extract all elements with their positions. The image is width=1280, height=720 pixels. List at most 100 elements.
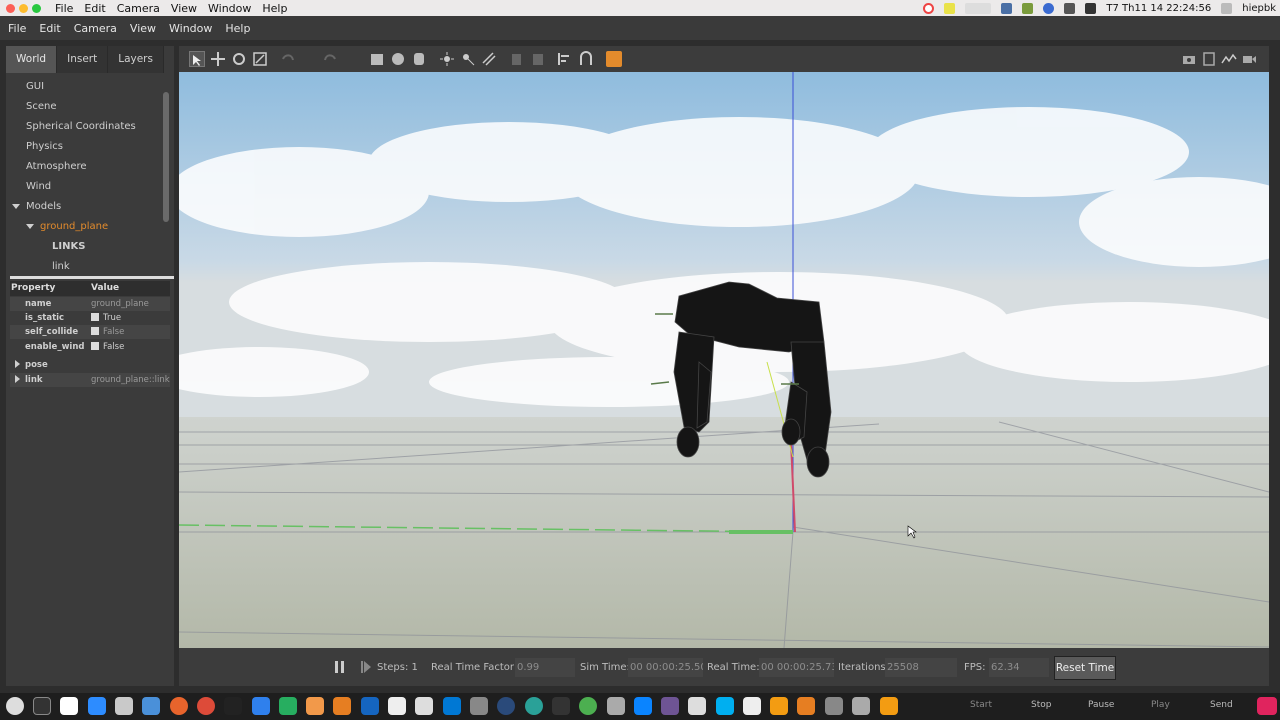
- finder-icon[interactable]: [6, 697, 24, 715]
- files-icon[interactable]: [252, 697, 270, 715]
- pause-icon[interactable]: [334, 660, 346, 677]
- zoom-window-icon[interactable]: [32, 3, 41, 13]
- point-light-icon[interactable]: [439, 51, 455, 67]
- pause-button[interactable]: Pause: [1088, 700, 1114, 710]
- screenshot-icon[interactable]: [1181, 51, 1197, 67]
- copy-icon[interactable]: [509, 51, 525, 67]
- reset-time-button[interactable]: Reset Time: [1054, 656, 1116, 680]
- checkbox-icon[interactable]: [91, 342, 99, 350]
- tree-scrollbar[interactable]: [163, 92, 169, 222]
- prop-row-pose[interactable]: pose: [10, 358, 170, 372]
- mac-menu-file[interactable]: File: [55, 2, 73, 15]
- menu-file[interactable]: File: [8, 22, 26, 35]
- app-icon[interactable]: [743, 697, 761, 715]
- spot-light-icon[interactable]: [460, 51, 476, 67]
- tree-item-models[interactable]: Models: [12, 201, 61, 212]
- tree-item-atmosphere[interactable]: Atmosphere: [26, 161, 87, 172]
- tree-item-links[interactable]: LINKS: [52, 241, 85, 252]
- menu-window[interactable]: Window: [169, 22, 212, 35]
- app-icon[interactable]: [688, 697, 706, 715]
- shell-icon[interactable]: [224, 697, 242, 715]
- record-stop-icon[interactable]: [1257, 697, 1277, 715]
- 3d-scene[interactable]: [179, 72, 1269, 648]
- user-icon[interactable]: [1221, 2, 1233, 14]
- mail-icon[interactable]: [142, 697, 160, 715]
- close-window-icon[interactable]: [6, 3, 15, 13]
- books-icon[interactable]: [115, 697, 133, 715]
- panel-splitter[interactable]: [10, 276, 174, 279]
- app-icon[interactable]: [770, 697, 788, 715]
- clock[interactable]: T7 Th11 14 22:24:56: [1106, 3, 1211, 14]
- video-icon[interactable]: [1241, 51, 1257, 67]
- display-icon[interactable]: [1001, 2, 1013, 14]
- checkbox-icon[interactable]: [91, 327, 99, 335]
- step-icon[interactable]: [360, 660, 372, 677]
- notes-icon[interactable]: [944, 2, 956, 14]
- screen-recorder-icon[interactable]: [60, 697, 78, 715]
- tree-item-ground-plane[interactable]: ground_plane: [26, 221, 108, 232]
- expand-arrow-icon[interactable]: [26, 223, 34, 229]
- chrome-icon[interactable]: [197, 697, 215, 715]
- tree-item-scene[interactable]: Scene: [26, 101, 57, 112]
- volume-icon[interactable]: [1085, 2, 1097, 14]
- change-view-icon[interactable]: [606, 51, 622, 67]
- app-icon[interactable]: [607, 697, 625, 715]
- mac-menu-edit[interactable]: Edit: [84, 2, 105, 15]
- align-icon[interactable]: [557, 51, 573, 67]
- minimize-window-icon[interactable]: [19, 3, 28, 13]
- menu-view[interactable]: View: [130, 22, 156, 35]
- github-icon[interactable]: [661, 697, 679, 715]
- gazebo-icon[interactable]: [880, 697, 898, 715]
- tab-insert[interactable]: Insert: [57, 46, 109, 73]
- play-button[interactable]: Play: [1151, 700, 1170, 710]
- scene-canvas[interactable]: [179, 72, 1269, 648]
- firefox-icon[interactable]: [170, 697, 188, 715]
- app-icon[interactable]: [552, 697, 570, 715]
- mac-menu-camera[interactable]: Camera: [117, 2, 160, 15]
- document-icon[interactable]: [388, 697, 406, 715]
- vscode-icon[interactable]: [443, 697, 461, 715]
- app-icon[interactable]: [497, 697, 515, 715]
- directional-light-icon[interactable]: [481, 51, 497, 67]
- tree-item-wind[interactable]: Wind: [26, 181, 51, 192]
- bluetooth-icon[interactable]: [1043, 2, 1055, 14]
- vpn-client-icon[interactable]: [361, 697, 379, 715]
- steps-label[interactable]: Steps: 1: [377, 662, 418, 673]
- rotate-icon[interactable]: [231, 51, 247, 67]
- redo-icon[interactable]: [322, 51, 338, 67]
- translate-icon[interactable]: [210, 51, 226, 67]
- expand-arrow-icon[interactable]: [15, 375, 20, 383]
- app-icon[interactable]: [797, 697, 815, 715]
- stop-button[interactable]: Stop: [1031, 700, 1051, 710]
- paste-icon[interactable]: [530, 51, 546, 67]
- start-button[interactable]: Start: [970, 700, 992, 710]
- plot-icon[interactable]: [1221, 51, 1237, 67]
- app-icon[interactable]: [525, 697, 543, 715]
- app-icon[interactable]: [634, 697, 652, 715]
- sphere-icon[interactable]: [390, 51, 406, 67]
- preview-icon[interactable]: [415, 697, 433, 715]
- zoom-icon[interactable]: [88, 697, 106, 715]
- app-icon[interactable]: [852, 697, 870, 715]
- menu-help[interactable]: Help: [225, 22, 250, 35]
- tree-item-gui[interactable]: GUI: [26, 81, 44, 92]
- tray-graph-icon[interactable]: [965, 2, 992, 14]
- menu-camera[interactable]: Camera: [74, 22, 117, 35]
- sheets-icon[interactable]: [279, 697, 297, 715]
- log-icon[interactable]: [1201, 51, 1217, 67]
- skype-icon[interactable]: [716, 697, 734, 715]
- app-icon[interactable]: [470, 697, 488, 715]
- mac-menu-help[interactable]: Help: [262, 2, 287, 15]
- record-icon[interactable]: [923, 2, 935, 14]
- undo-icon[interactable]: [280, 51, 296, 67]
- checkbox-checked-icon[interactable]: [91, 313, 99, 321]
- tree-item-link[interactable]: link: [52, 261, 70, 272]
- mac-menu-window[interactable]: Window: [208, 2, 251, 15]
- tree-item-physics[interactable]: Physics: [26, 141, 63, 152]
- box-icon[interactable]: [369, 51, 385, 67]
- wifi-icon[interactable]: [1064, 2, 1076, 14]
- mac-menu-view[interactable]: View: [171, 2, 197, 15]
- send-button[interactable]: Send: [1210, 700, 1233, 710]
- archive-icon[interactable]: [333, 697, 351, 715]
- snap-icon[interactable]: [578, 51, 594, 67]
